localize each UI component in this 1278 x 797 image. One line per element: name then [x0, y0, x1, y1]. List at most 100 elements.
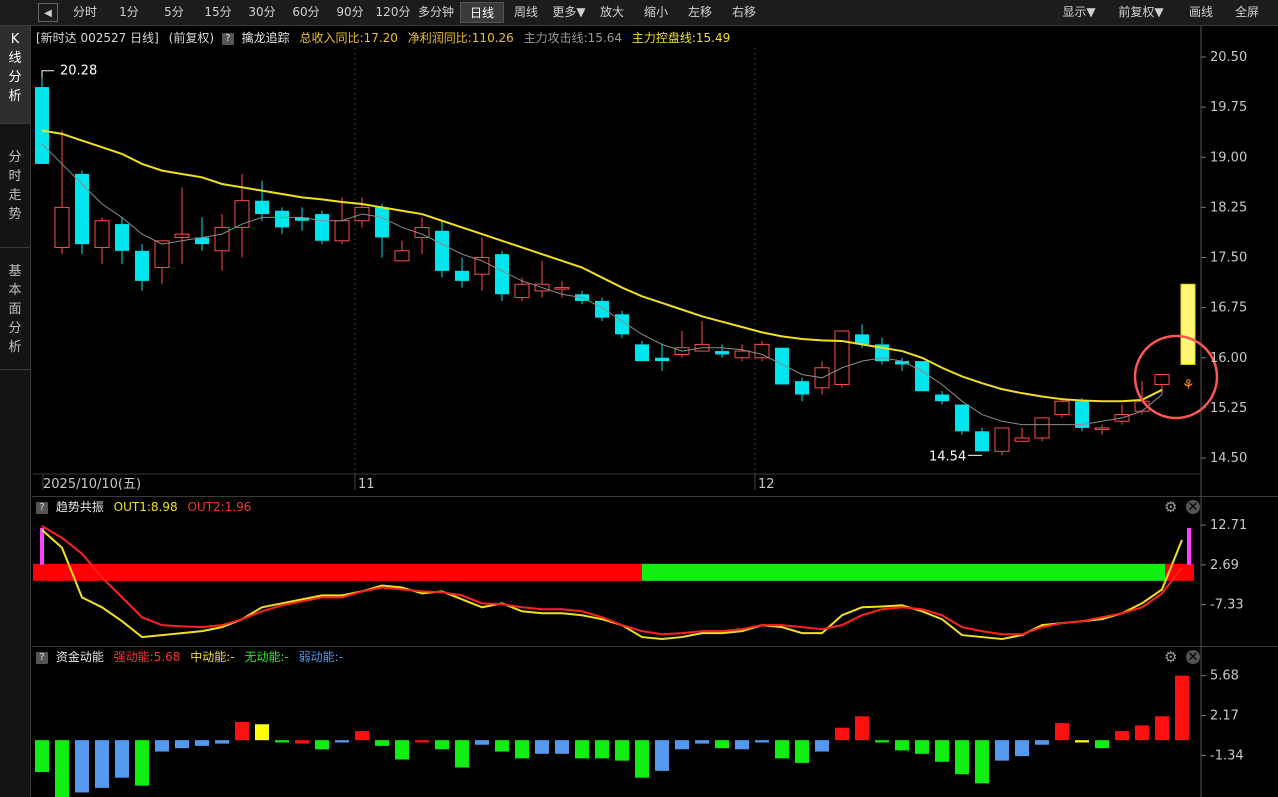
candle-body [394, 250, 410, 262]
toolbar-button-2[interactable]: 5分 [156, 2, 192, 23]
profit-yoy: 净利润同比:110.26 [407, 31, 514, 45]
chart-area[interactable]: 20.28 14.54 ⚘ 20.50 19.75 19.00 18.25 17.50 16.… [0, 0, 1278, 797]
toolbar-button-14[interactable]: 左移 [680, 2, 720, 23]
candle-body [1075, 401, 1089, 428]
candle-body [514, 283, 530, 299]
toolbar-button-1[interactable]: 1分 [112, 2, 146, 23]
y-tick-label: 12.71 [1210, 518, 1247, 533]
help-icon[interactable]: ? [221, 32, 234, 45]
candle-body [775, 347, 789, 385]
y-tick-label: 16.00 [1210, 351, 1247, 366]
close-icon[interactable]: ✕ [1186, 500, 1200, 515]
candle-body [255, 200, 269, 215]
momentum-bar [355, 731, 369, 741]
gear-icon[interactable]: ⚙ [1164, 499, 1177, 515]
toolbar-button-11[interactable]: 更多▼ [548, 2, 590, 23]
toolbar-button-4[interactable]: 30分 [242, 2, 282, 23]
rocket-icon: ⚘ [1182, 377, 1195, 393]
toolbar-button-9[interactable]: 日线 [460, 2, 504, 23]
toolbar-button-15[interactable]: 右移 [724, 2, 764, 23]
momentum-bar [255, 724, 269, 741]
candle-body [834, 330, 850, 385]
toolbar-button-16[interactable]: 显示▼ [1054, 2, 1104, 23]
candle-body [54, 206, 70, 248]
momentum-bar [415, 740, 429, 743]
momentum-bar [835, 727, 849, 741]
toolbar-button-5[interactable]: 60分 [286, 2, 326, 23]
strong-momentum: 强动能:5.68 [113, 650, 181, 664]
momentum-bar [515, 740, 529, 759]
oscillator-title-bar: ? 趋势共振 OUT1:8.98 OUT2:1.96 [32, 497, 251, 517]
tab-fundamental-analysis[interactable]: 基本面分析 [0, 248, 30, 370]
low-label: 14.54 [929, 449, 966, 464]
candle-body [214, 226, 230, 252]
candle-body [154, 240, 170, 269]
tab-k-line-analysis[interactable]: K线分析 [0, 26, 30, 124]
momentum-bar [475, 740, 489, 745]
tab-label: 基本面分析 [8, 264, 22, 355]
toolbar-button-17[interactable]: 前复权▼ [1112, 2, 1170, 23]
toolbar-button-10[interactable]: 周线 [506, 2, 546, 23]
toolbar-button-7[interactable]: 120分 [372, 2, 414, 23]
candle-body [554, 287, 570, 290]
revenue-yoy: 总收入同比:17.20 [299, 31, 398, 45]
y-tick-label: 2.69 [1210, 558, 1239, 573]
momentum-bar [435, 740, 449, 750]
help-icon[interactable]: ? [36, 501, 48, 514]
mid-momentum: 中动能:- [190, 650, 235, 664]
attack-line-value: 主力攻击线:15.64 [523, 31, 623, 45]
y-tick-label: 2.17 [1210, 709, 1239, 724]
momentum-bar [335, 740, 349, 743]
toolbar-button-19[interactable]: 全屏 [1226, 2, 1268, 23]
momentum-bar [75, 740, 89, 793]
candle-body [354, 206, 370, 222]
momentum-name[interactable]: 资金动能 [56, 650, 104, 664]
momentum-bar [1055, 723, 1069, 741]
signal-spike [40, 527, 44, 565]
oscillator-name[interactable]: 趋势共振 [56, 500, 104, 514]
collapse-left-button[interactable]: ◀​ [38, 3, 58, 22]
momentum-bar [755, 740, 769, 743]
help-icon[interactable]: ? [36, 651, 48, 664]
toolbar-button-13[interactable]: 缩小 [636, 2, 676, 23]
out2-line [41, 525, 1183, 636]
attack-line [41, 143, 1163, 426]
candle-body [795, 381, 809, 395]
momentum-bar [655, 740, 669, 771]
momentum-bar [455, 740, 469, 768]
momentum-bar [1095, 740, 1109, 749]
y-tick-label: 18.25 [1210, 200, 1247, 215]
indicator-name[interactable]: 擒龙追踪 [242, 31, 290, 45]
y-tick-label: 17.50 [1210, 251, 1247, 266]
candle-body [655, 357, 669, 362]
toolbar-button-18[interactable]: 画线 [1180, 2, 1222, 23]
momentum-bar [1175, 675, 1189, 741]
candle-body [754, 343, 770, 359]
candle-body [915, 361, 929, 392]
gear-icon[interactable]: ⚙ [1164, 649, 1177, 665]
candle-body [94, 220, 110, 248]
toolbar-button-8[interactable]: 多分钟 [415, 2, 457, 23]
momentum-bar [595, 740, 609, 759]
momentum-bar [775, 740, 789, 759]
momentum-bar [615, 740, 629, 761]
toolbar-button-6[interactable]: 90分 [330, 2, 370, 23]
momentum-bar [735, 740, 749, 750]
control-line-value: 主力控盘线:15.49 [631, 31, 731, 45]
tab-timeshare-trend[interactable]: 分时走势 [0, 124, 30, 248]
toolbar-button-0[interactable]: 分时 [62, 2, 108, 23]
close-icon[interactable]: ✕ [1186, 650, 1200, 665]
momentum-bar [55, 740, 69, 797]
no-momentum: 无动能:- [244, 650, 289, 664]
momentum-bar [295, 740, 309, 744]
candle-body [1114, 414, 1130, 422]
signal-spike [1187, 527, 1191, 565]
candle-body [734, 350, 750, 359]
momentum-bar [795, 740, 809, 763]
momentum-bar [575, 740, 589, 759]
toolbar-button-3[interactable]: 15分 [198, 2, 238, 23]
toolbar-button-12[interactable]: 放大 [592, 2, 632, 23]
candle-body [534, 283, 550, 292]
trend-band-green [642, 563, 1165, 581]
candle-body [575, 294, 589, 301]
